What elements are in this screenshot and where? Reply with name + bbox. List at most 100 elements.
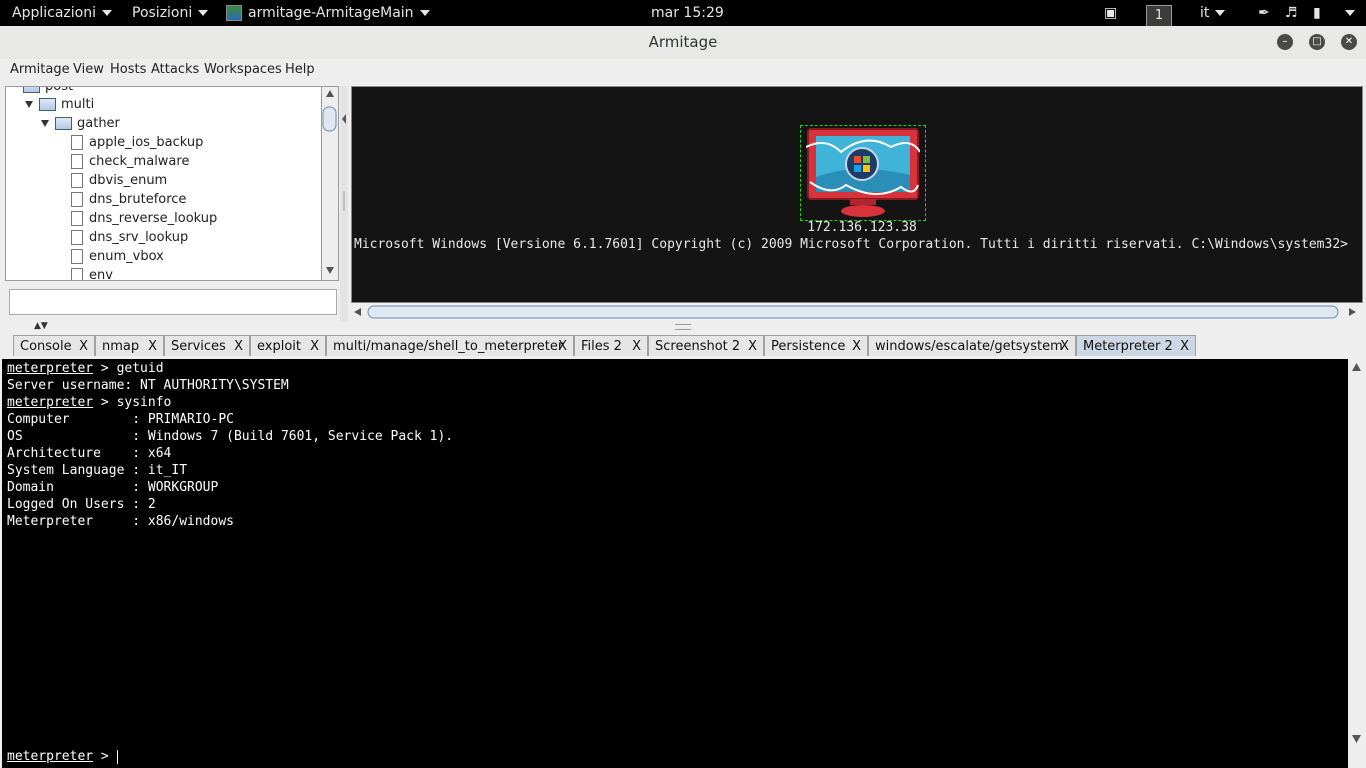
sysinfo-key: Meterpreter :: [7, 514, 148, 529]
tab-files-2[interactable]: Files 2 X: [574, 335, 648, 356]
tree-label: gather: [77, 116, 120, 131]
menu-workspaces[interactable]: Workspaces: [204, 62, 282, 77]
tree-row-multi[interactable]: multi: [25, 95, 94, 114]
console-line: meterpreter > sysinfo: [7, 394, 171, 411]
sysinfo-value: 2: [147, 497, 156, 512]
console-vertical-scrollbar[interactable]: [1349, 359, 1364, 748]
sysinfo-line: Domain : WORKGROUP: [7, 479, 218, 496]
prompt-word: meterpreter: [7, 749, 94, 764]
menu-bar: Armitage View Hosts Attacks Workspaces H…: [0, 59, 1366, 81]
system-menu-chevron-icon[interactable]: [1345, 10, 1355, 16]
tab-close-button[interactable]: X: [148, 336, 157, 357]
sysinfo-line: Architecture : x64: [7, 445, 171, 462]
tab-nmap[interactable]: nmap X: [95, 335, 164, 356]
command-text: > sysinfo: [93, 395, 172, 410]
language-selector[interactable]: it: [1200, 0, 1226, 26]
tree-module-item[interactable]: dns_srv_lookup: [71, 228, 188, 247]
tree-module-item[interactable]: dns_reverse_lookup: [71, 209, 217, 228]
tree-label: apple_ios_backup: [89, 135, 204, 150]
tab-exploit[interactable]: exploit X: [250, 335, 326, 356]
tab-close-button[interactable]: X: [632, 336, 641, 357]
scroll-up-arrow-icon[interactable]: [326, 90, 334, 97]
tab-close-button[interactable]: X: [234, 336, 243, 357]
tree-module-item[interactable]: enum_vbox: [71, 247, 164, 266]
tree-label: dns_srv_lookup: [89, 230, 189, 245]
collapse-left-arrow-icon[interactable]: [342, 114, 346, 124]
sysinfo-key: System Language :: [7, 463, 148, 478]
scroll-right-arrow-icon[interactable]: [1349, 308, 1356, 316]
sysinfo-value: x86/windows: [147, 514, 234, 529]
module-search-input[interactable]: [9, 289, 337, 315]
host-os-label: Microsoft Windows [Versione 6.1.7601] Co…: [354, 237, 1348, 252]
scroll-thumb[interactable]: [367, 305, 1339, 319]
maximize-button[interactable]: □: [1309, 34, 1325, 50]
tab-persistence[interactable]: Persistence X: [764, 335, 868, 356]
module-file-icon: [71, 249, 83, 264]
places-menu[interactable]: Posizioni: [132, 0, 209, 26]
split-pane-divider[interactable]: [340, 86, 348, 322]
compromised-windows-host-icon[interactable]: [806, 127, 920, 219]
minimize-button[interactable]: –: [1277, 34, 1293, 50]
tab-console[interactable]: Console X: [13, 335, 95, 356]
battery-icon[interactable]: ▮: [1313, 5, 1321, 21]
meterpreter-console[interactable]: meterpreter > getuid Server username: NT…: [2, 359, 1348, 768]
tab-getsystem[interactable]: windows/escalate/getsystem X: [868, 335, 1076, 356]
tab-close-button[interactable]: X: [558, 336, 567, 357]
scroll-left-arrow-icon[interactable]: [354, 308, 361, 316]
tree-module-item[interactable]: check_malware: [71, 152, 189, 171]
menu-attacks[interactable]: Attacks: [151, 62, 199, 77]
tab-close-button[interactable]: X: [1180, 336, 1189, 357]
applications-menu[interactable]: Applicazioni: [12, 0, 112, 26]
sysinfo-key: Computer :: [7, 412, 148, 427]
tab-close-button[interactable]: X: [79, 336, 88, 357]
menu-armitage[interactable]: Armitage: [10, 62, 70, 77]
tab-close-button[interactable]: X: [310, 336, 319, 357]
video-camera-icon[interactable]: ▣: [1104, 5, 1117, 21]
pen-icon[interactable]: ✒: [1258, 5, 1270, 21]
tab-bar: Console X nmap X Services X exploit X multi/…: [0, 333, 1366, 357]
workspace-number: 1: [1146, 5, 1172, 27]
workspace-indicator[interactable]: 1: [1146, 2, 1172, 28]
module-tree[interactable]: post multi gather apple_ios_backup check…: [5, 86, 324, 281]
scroll-down-arrow-icon[interactable]: [1352, 735, 1361, 743]
places-label: Posizioni: [132, 5, 193, 21]
console-input-line[interactable]: meterpreter >: [7, 748, 118, 765]
scroll-up-arrow-icon[interactable]: [1352, 363, 1361, 371]
sysinfo-line: Meterpreter : x86/windows: [7, 513, 234, 530]
chevron-down-icon: [101, 10, 112, 16]
graph-horizontal-scrollbar[interactable]: [351, 304, 1361, 320]
app-menu[interactable]: armitage-ArmitageMain: [226, 0, 430, 26]
module-file-icon: [71, 154, 83, 169]
app-menu-label: armitage-ArmitageMain: [248, 5, 414, 21]
target-graph-view[interactable]: 172.136.123.38 Microsoft Windows [Versio…: [351, 86, 1363, 303]
close-button[interactable]: ✕: [1341, 34, 1357, 50]
tree-module-item[interactable]: dns_bruteforce: [71, 190, 186, 209]
menu-help[interactable]: Help: [285, 62, 315, 77]
tree-module-item[interactable]: env: [71, 266, 113, 280]
menu-hosts[interactable]: Hosts: [110, 62, 146, 77]
tree-module-item[interactable]: dbvis_enum: [71, 171, 167, 190]
tab-close-button[interactable]: X: [852, 336, 861, 357]
expand-arrow-icon[interactable]: [41, 120, 49, 127]
clock[interactable]: mar 15:29: [651, 0, 724, 26]
tab-close-button[interactable]: X: [1060, 336, 1069, 357]
volume-icon[interactable]: ♬: [1285, 5, 1298, 21]
tab-meterpreter-2[interactable]: Meterpreter 2 X: [1076, 335, 1196, 356]
module-file-icon: [71, 173, 83, 188]
tab-close-button[interactable]: X: [748, 336, 757, 357]
tree-vertical-scrollbar[interactable]: [321, 86, 339, 281]
tab-services[interactable]: Services X: [164, 335, 250, 356]
tree-row-gather[interactable]: gather: [41, 114, 120, 133]
expand-arrow-icon[interactable]: [25, 101, 33, 108]
horizontal-split-grip[interactable]: [675, 324, 691, 330]
tab-shell-to-meterpreter[interactable]: multi/manage/shell_to_meterpreter X: [326, 335, 574, 356]
tree-module-item[interactable]: apple_ios_backup: [71, 133, 203, 152]
scroll-thumb[interactable]: [322, 106, 337, 132]
split-pane-arrows-icon[interactable]: ▲▼: [34, 321, 48, 331]
scroll-down-arrow-icon[interactable]: [326, 267, 334, 274]
tree-label: dns_reverse_lookup: [89, 211, 218, 226]
menu-view[interactable]: View: [73, 62, 104, 77]
console-line: meterpreter > getuid: [7, 360, 164, 377]
tab-screenshot-2[interactable]: Screenshot 2 X: [648, 335, 764, 356]
console-line: Server username: NT AUTHORITY\SYSTEM: [7, 378, 289, 393]
